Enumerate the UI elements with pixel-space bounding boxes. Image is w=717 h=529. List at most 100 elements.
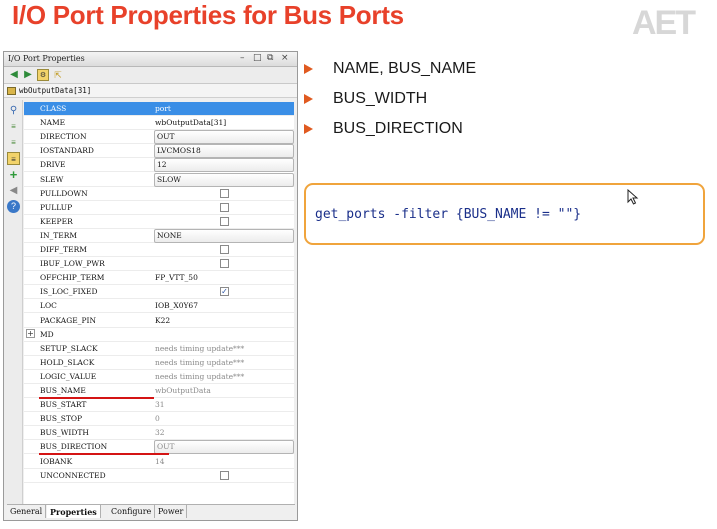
property-value[interactable]: FP_VTT_50: [155, 273, 198, 282]
maximize-button[interactable]: □: [253, 53, 262, 63]
property-value-dropdown[interactable]: 12: [154, 158, 294, 173]
property-name: IOBANK: [40, 456, 73, 466]
property-value-dropdown[interactable]: NONE: [154, 228, 294, 243]
property-row[interactable]: OFFCHIP_TERM FP_VTT_50: [24, 271, 294, 286]
property-checkbox[interactable]: [220, 202, 229, 212]
property-value: needs timing update***: [155, 357, 245, 367]
property-name: PULLUP: [40, 202, 73, 212]
property-name: DRIVE: [40, 160, 66, 170]
property-value[interactable]: K22: [155, 316, 170, 325]
property-name: BUS_STOP: [40, 414, 83, 424]
property-row[interactable]: IBUF_LOW_PWR: [24, 257, 294, 272]
restore-button[interactable]: ⧉: [267, 53, 273, 63]
property-row[interactable]: DIRECTION OUT: [24, 130, 294, 145]
property-name: HOLD_SLACK: [40, 357, 95, 367]
previous-item-icon[interactable]: ◀: [7, 184, 20, 197]
property-name: IN_TERM: [40, 230, 78, 240]
property-value: 32: [155, 428, 165, 438]
add-property-icon[interactable]: +: [7, 168, 20, 181]
property-name: BUS_WIDTH: [40, 428, 89, 438]
property-value-dropdown[interactable]: OUT: [154, 130, 294, 145]
property-checkbox[interactable]: [220, 245, 229, 254]
property-value: 31: [155, 400, 165, 410]
forward-arrow-icon[interactable]: ▶: [22, 69, 34, 81]
show-groups-icon[interactable]: ≡: [7, 152, 20, 165]
property-row[interactable]: DRIVE 12: [24, 158, 294, 173]
property-row[interactable]: CLASS port: [24, 102, 294, 116]
property-value-dropdown[interactable]: SLOW: [154, 172, 294, 187]
property-checkbox[interactable]: [220, 188, 229, 198]
property-name: DIFF_TERM: [40, 245, 87, 254]
io-port-properties-window: I/O Port Properties – □ ⧉ × ◀ ▶ ⚙ ⇱ wbOu…: [3, 51, 298, 521]
property-value[interactable]: wbOutputData[31]: [155, 118, 226, 127]
property-value: needs timing update***: [155, 371, 245, 381]
property-row[interactable]: BUS_START 31: [24, 398, 294, 413]
back-arrow-icon[interactable]: ◀: [8, 69, 20, 81]
properties-toggle-icon[interactable]: ⚙: [37, 69, 49, 81]
property-checkbox[interactable]: [220, 470, 229, 480]
property-value[interactable]: port: [155, 104, 171, 113]
property-name: MD: [40, 329, 54, 339]
property-row[interactable]: HOLD_SLACK needs timing update***: [24, 356, 294, 370]
property-row[interactable]: SETUP_SLACK needs timing update***: [24, 342, 294, 356]
property-row[interactable]: IOSTANDARD LVCMOS18: [24, 144, 294, 159]
minimize-button[interactable]: –: [240, 53, 245, 63]
property-row[interactable]: IS_LOC_FIXED ✓: [24, 285, 294, 300]
tab-power[interactable]: Power: [155, 505, 188, 518]
property-value: 0: [155, 414, 160, 424]
tab-general[interactable]: General: [7, 505, 47, 518]
property-name: UNCONNECTED: [40, 470, 106, 480]
search-icon[interactable]: ⚲: [7, 104, 20, 117]
property-name: IS_LOC_FIXED: [40, 287, 98, 297]
property-row[interactable]: PULLUP: [24, 201, 294, 215]
property-value: needs timing update***: [155, 343, 245, 353]
window-titlebar: I/O Port Properties – □ ⧉ ×: [4, 52, 297, 67]
property-row[interactable]: LOGIC_VALUE needs timing update***: [24, 370, 294, 384]
property-value[interactable]: IOB_X0Y67: [155, 301, 198, 310]
bullet-arrow-icon: [304, 64, 313, 74]
property-value: SLOW: [157, 174, 181, 184]
tcl-command-text: get_ports -filter {BUS_NAME != ""}: [315, 207, 582, 222]
property-value-dropdown: OUT: [154, 440, 294, 455]
window-tabs: General Properties Configure Power: [7, 504, 295, 518]
property-name: BUS_DIRECTION: [40, 442, 108, 452]
property-row[interactable]: KEEPER: [24, 215, 294, 229]
property-name: IOSTANDARD: [40, 146, 94, 156]
bullet-arrow-icon: [304, 124, 313, 134]
property-row[interactable]: UNCONNECTED: [24, 469, 294, 483]
property-name: BUS_START: [40, 400, 87, 410]
help-icon[interactable]: ?: [7, 200, 20, 213]
property-row[interactable]: SLEW SLOW: [24, 172, 294, 187]
tab-properties[interactable]: Properties: [47, 505, 101, 518]
property-checkbox[interactable]: ✓: [220, 287, 229, 297]
sort-category-icon[interactable]: ≡: [7, 136, 20, 149]
property-row[interactable]: IOBANK 14: [24, 455, 294, 469]
property-row[interactable]: PACKAGE_PIN K22: [24, 314, 294, 328]
property-name: IBUF_LOW_PWR: [40, 259, 105, 269]
property-row[interactable]: LOC IOB_X0Y67: [24, 299, 294, 314]
property-name: OFFCHIP_TERM: [40, 273, 105, 283]
tcl-command-box: get_ports -filter {BUS_NAME != ""}: [304, 183, 705, 245]
property-row[interactable]: NAME wbOutputData[31]: [24, 116, 294, 131]
pointer-select-icon[interactable]: ⇱: [52, 69, 64, 81]
port-name: wbOutputData[31]: [19, 86, 92, 95]
property-row[interactable]: + MD: [24, 328, 294, 342]
property-name: KEEPER: [40, 216, 73, 226]
expand-icon[interactable]: +: [26, 328, 35, 338]
property-row[interactable]: DIFF_TERM: [24, 243, 294, 257]
properties-side-toolbar: ⚲ ≡ ≡ ≡ + ◀ ?: [4, 100, 23, 505]
property-name: BUS_NAME: [40, 386, 86, 395]
bullet-text: BUS_DIRECTION: [333, 120, 463, 137]
property-value-dropdown[interactable]: LVCMOS18: [154, 144, 294, 159]
property-row[interactable]: BUS_STOP 0: [24, 412, 294, 427]
tab-configure[interactable]: Configure: [108, 505, 156, 518]
property-row[interactable]: IN_TERM NONE: [24, 228, 294, 243]
property-checkbox[interactable]: [220, 216, 229, 226]
property-checkbox[interactable]: [220, 259, 229, 269]
sort-alphabetical-icon[interactable]: ≡: [7, 120, 20, 133]
property-name: SETUP_SLACK: [40, 343, 98, 353]
property-row[interactable]: PULLDOWN: [24, 187, 294, 201]
close-button[interactable]: ×: [281, 53, 289, 63]
property-value: OUT: [157, 132, 175, 142]
property-row[interactable]: BUS_WIDTH 32: [24, 426, 294, 441]
